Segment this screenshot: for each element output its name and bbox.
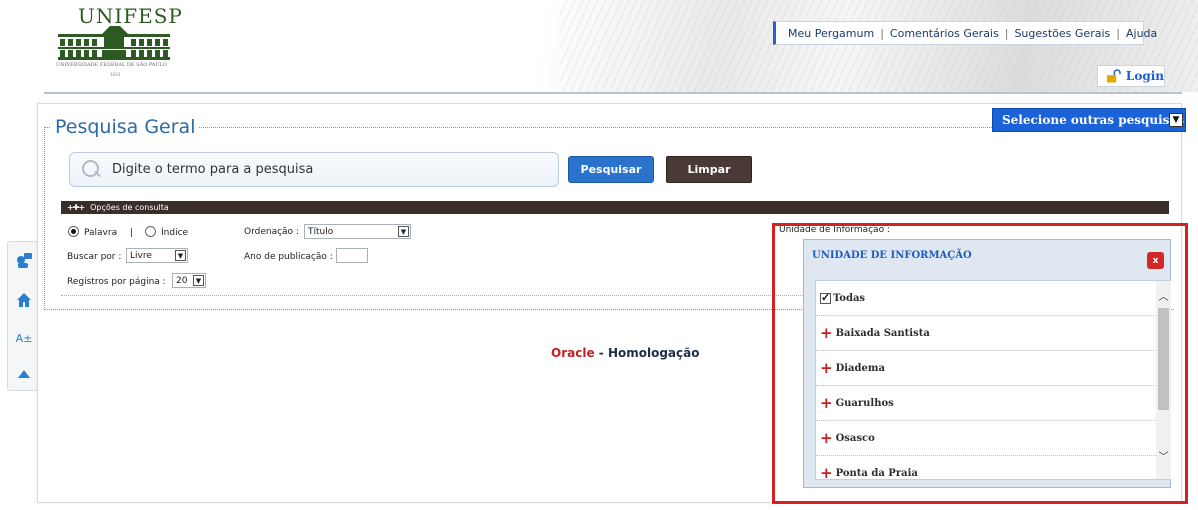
menu-sugestoes-gerais[interactable]: Sugestões Gerais bbox=[1014, 27, 1110, 40]
logo-name: UNIFESP bbox=[78, 4, 183, 28]
login-button[interactable]: Login bbox=[1097, 65, 1165, 87]
home-icon[interactable] bbox=[12, 290, 36, 310]
search-icon bbox=[82, 159, 102, 180]
homologacao-label: Homologação bbox=[607, 346, 700, 360]
top-menu: Meu Pergamum | Comentários Gerais | Suge… bbox=[773, 21, 1157, 45]
registros-label: Registros por página : bbox=[67, 277, 166, 287]
unifesp-logo[interactable]: UNIFESP UNIVERSIDADE FEDERAL DE SÃO PAUL… bbox=[56, 4, 182, 82]
radio-palavra-label: Palavra bbox=[84, 228, 118, 238]
chevron-down-icon: ▼ bbox=[1169, 113, 1183, 127]
menu-ajuda[interactable]: Ajuda bbox=[1126, 27, 1157, 40]
ordenacao-label: Ordenação : bbox=[244, 227, 299, 237]
header-divider bbox=[44, 92, 1182, 94]
ordenacao-select[interactable]: Título ▼ bbox=[304, 224, 411, 239]
side-toolbar: A± bbox=[7, 241, 40, 391]
oracle-label: Oracle bbox=[551, 346, 595, 360]
page-title: Pesquisa Geral bbox=[51, 116, 200, 138]
logo-year: 1933 bbox=[110, 72, 121, 77]
radio-indice[interactable] bbox=[145, 226, 156, 237]
buscar-por-select[interactable]: Livre ▼ bbox=[126, 248, 188, 263]
environment-label: Oracle - Homologação bbox=[551, 346, 700, 360]
options-header[interactable]: +✚+ Opções de consulta bbox=[61, 201, 1169, 214]
logo-building-icon bbox=[58, 26, 170, 60]
pesquisar-button[interactable]: Pesquisar bbox=[568, 156, 654, 183]
menu-meu-pergamum[interactable]: Meu Pergamum bbox=[788, 27, 874, 40]
menu-comentarios-gerais[interactable]: Comentários Gerais bbox=[890, 27, 999, 40]
login-label: Login bbox=[1125, 69, 1164, 83]
highlight-box bbox=[772, 223, 1188, 504]
buscar-por-label: Buscar por : bbox=[67, 252, 122, 262]
unlock-icon bbox=[1106, 69, 1121, 83]
meu-pergamum-icon[interactable] bbox=[12, 250, 36, 270]
radio-separator: | bbox=[130, 228, 134, 238]
search-placeholder: Digite o termo para a pesquisa bbox=[112, 162, 314, 177]
registros-select[interactable]: 20 ▼ bbox=[172, 273, 206, 288]
chevron-down-icon: ▼ bbox=[193, 275, 204, 286]
expand-plus-icon: +✚+ bbox=[67, 203, 85, 212]
scroll-top-icon[interactable] bbox=[12, 364, 36, 384]
chevron-down-icon: ▼ bbox=[398, 226, 409, 237]
select-other-searches[interactable]: Selecione outras pesquisas ▼ bbox=[992, 108, 1186, 132]
logo-subtitle: UNIVERSIDADE FEDERAL DE SÃO PAULO bbox=[56, 62, 168, 68]
radio-palavra[interactable] bbox=[68, 226, 79, 237]
font-size-icon[interactable]: A± bbox=[12, 328, 36, 348]
radio-indice-label: Índice bbox=[161, 228, 189, 238]
ano-publicacao-input[interactable] bbox=[336, 248, 368, 263]
limpar-button[interactable]: Limpar bbox=[666, 156, 752, 183]
search-input[interactable]: Digite o termo para a pesquisa bbox=[69, 152, 559, 187]
chevron-down-icon: ▼ bbox=[175, 250, 186, 261]
ano-publicacao-label: Ano de publicação : bbox=[244, 252, 333, 262]
